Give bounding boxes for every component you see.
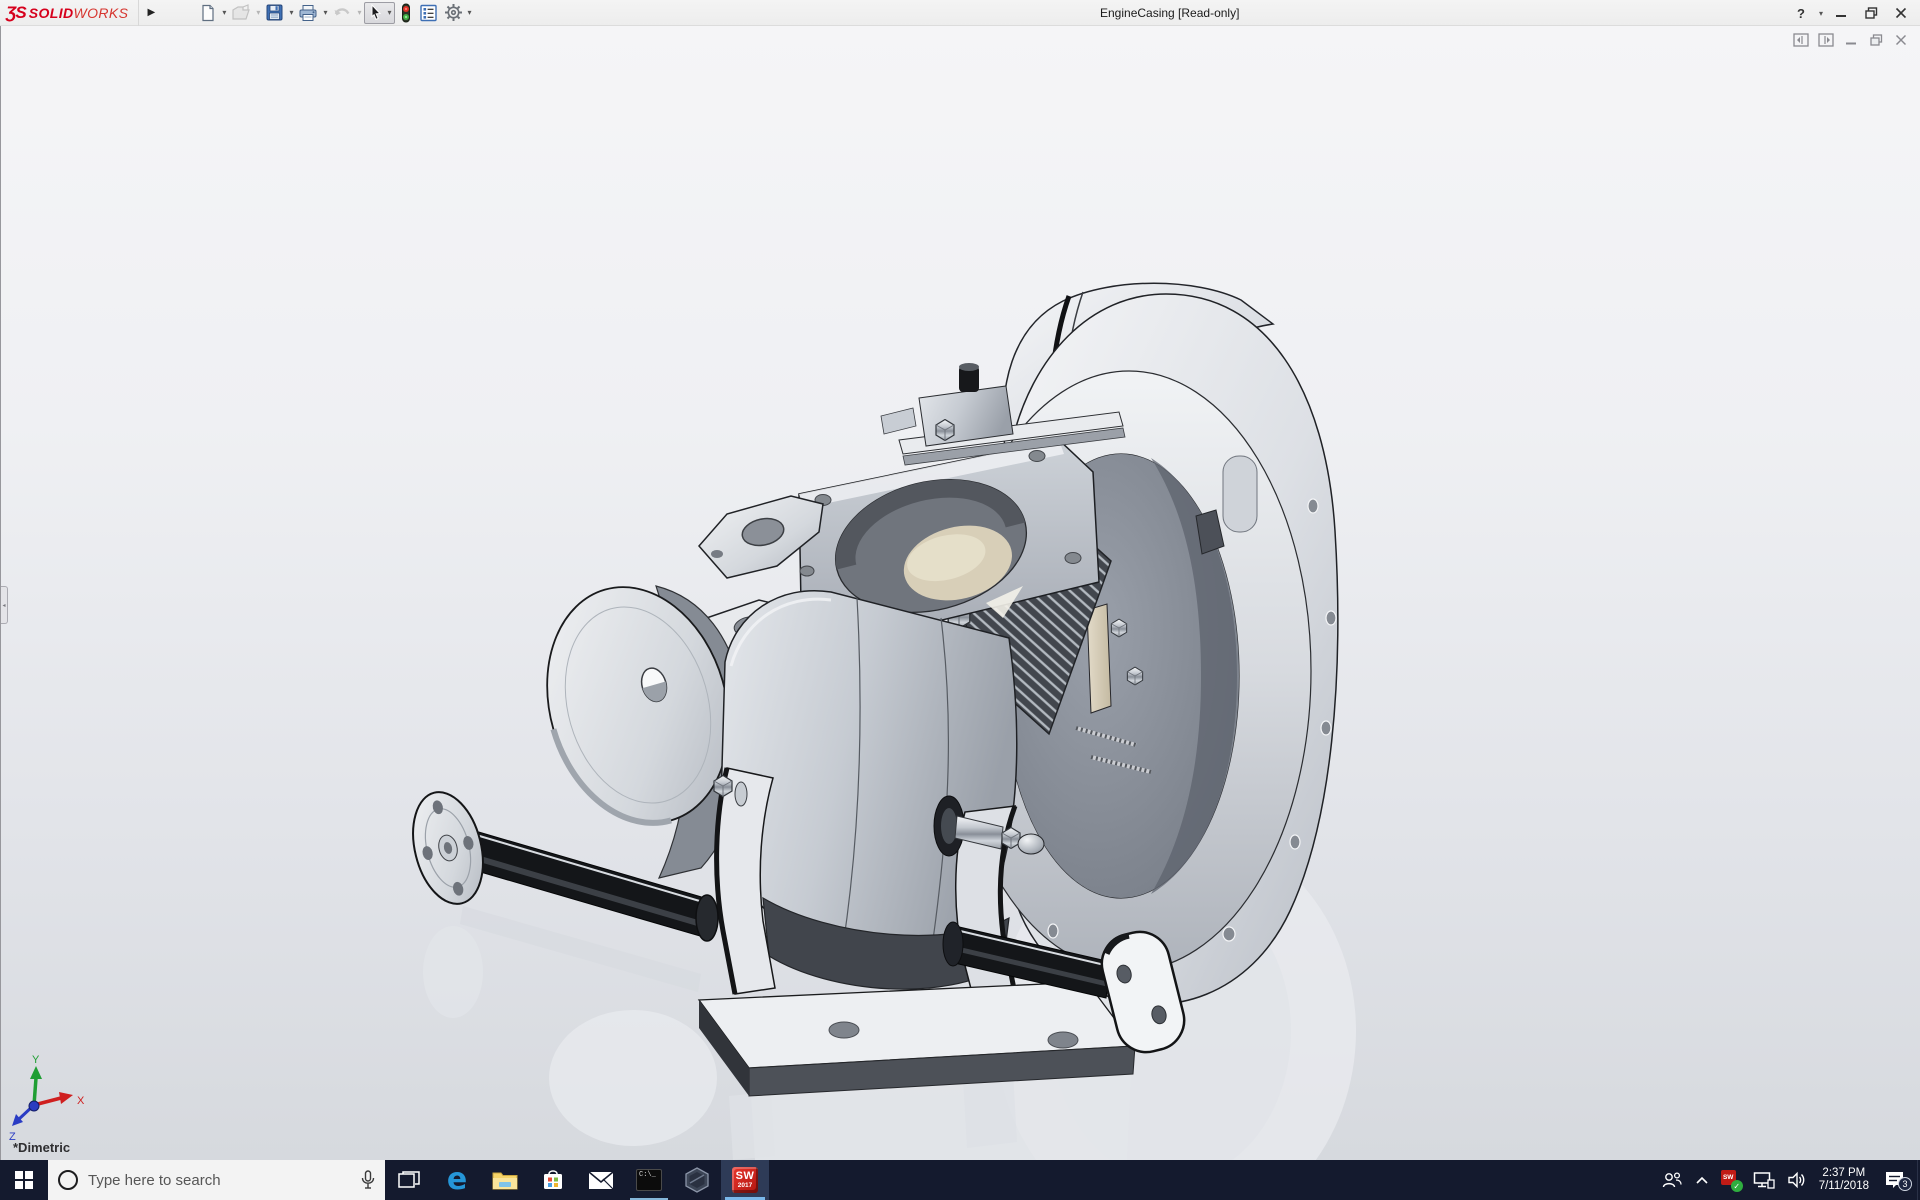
dome-nut (1018, 834, 1044, 854)
new-document-button[interactable] (197, 2, 219, 24)
tray-overflow-chevron[interactable] (1695, 1176, 1709, 1185)
new-dropdown-caret[interactable]: ▾ (222, 8, 226, 17)
save-icon (265, 3, 284, 22)
help-button[interactable]: ? (1788, 2, 1814, 24)
rebuild-button[interactable] (397, 2, 415, 24)
file-explorer-icon (492, 1169, 518, 1191)
task-view-button[interactable] (385, 1160, 433, 1200)
undo-button[interactable] (330, 2, 354, 24)
hexagon-app-button[interactable] (673, 1160, 721, 1200)
window-controls: ? ▾ (1788, 0, 1914, 26)
close-button[interactable] (1888, 2, 1914, 24)
command-prompt-icon: C:\_ (636, 1169, 662, 1191)
notification-badge: 3 (1898, 1177, 1912, 1191)
store-icon (541, 1168, 565, 1192)
select-tool-group: ▾ (364, 2, 394, 24)
microphone-icon[interactable] (361, 1170, 375, 1190)
restore-icon (1865, 7, 1878, 19)
options-button[interactable] (442, 2, 465, 24)
open-dropdown-caret[interactable]: ▾ (256, 8, 260, 17)
check-icon: ✓ (1731, 1180, 1743, 1192)
print-icon (298, 4, 318, 22)
quick-access-toolbar: ▾ ▾ ▾ (197, 2, 472, 24)
windows-taskbar: e (0, 1160, 1920, 1200)
edge-button[interactable]: e (433, 1160, 481, 1200)
minimize-icon (1835, 7, 1847, 19)
print-button[interactable] (296, 2, 320, 24)
solidworks-window: ƷS SOLID WORKS ▶ ▾ ▾ (0, 0, 1920, 1200)
save-button[interactable] (263, 2, 286, 24)
file-explorer-button[interactable] (481, 1160, 529, 1200)
graphics-viewport[interactable]: ◂ (0, 26, 1920, 1160)
select-dropdown-caret[interactable]: ▾ (387, 8, 391, 17)
edge-icon: e (447, 1167, 467, 1193)
options-dropdown-caret[interactable]: ▾ (468, 8, 472, 17)
store-button[interactable] (529, 1160, 577, 1200)
solidworks-app-icon: SW 2017 (732, 1167, 758, 1193)
action-center-button[interactable]: 3 (1881, 1167, 1907, 1193)
mail-button[interactable] (577, 1160, 625, 1200)
clock-date: 7/11/2018 (1819, 1180, 1869, 1193)
open-button[interactable] (229, 2, 253, 24)
solidworks-logo: ƷS SOLID WORKS (0, 0, 139, 26)
undo-icon (332, 5, 352, 21)
task-view-icon (398, 1171, 420, 1189)
solidworks-taskbar-button[interactable]: SW 2017 (721, 1160, 769, 1200)
network-icon[interactable] (1753, 1171, 1775, 1189)
start-button[interactable] (0, 1160, 48, 1200)
search-input[interactable] (88, 1172, 351, 1189)
undo-dropdown-caret[interactable]: ▾ (357, 8, 361, 17)
cortana-icon (58, 1170, 78, 1190)
restore-button[interactable] (1858, 2, 1884, 24)
orientation-triad: Y X Z (9, 1054, 85, 1143)
volume-icon[interactable] (1787, 1171, 1807, 1189)
people-button[interactable] (1661, 1171, 1683, 1189)
properties-list-icon (419, 4, 438, 22)
minimize-button[interactable] (1828, 2, 1854, 24)
brand-solid-text: SOLID (29, 5, 74, 21)
save-dropdown-caret[interactable]: ▾ (289, 8, 293, 17)
close-icon (1895, 7, 1907, 19)
print-dropdown-caret[interactable]: ▾ (323, 8, 327, 17)
taskbar-clock[interactable]: 2:37 PM 7/11/2018 (1819, 1167, 1869, 1193)
document-title: EngineCasing [Read-only] (1100, 6, 1239, 20)
windows-logo-icon (15, 1171, 33, 1189)
help-dropdown-caret[interactable]: ▾ (1819, 9, 1823, 18)
left-axle-flange (402, 785, 494, 912)
gear-icon (444, 3, 463, 22)
clock-time: 2:37 PM (1819, 1167, 1869, 1180)
traffic-light-icon (399, 3, 413, 23)
brand-works-text: WORKS (74, 5, 129, 21)
solidworks-tray-icon[interactable]: SW ✓ (1721, 1170, 1741, 1190)
hexagon-app-icon (684, 1167, 710, 1193)
taskbar-apps: e (385, 1160, 769, 1200)
3ds-logo-icon: ƷS (6, 3, 26, 23)
menu-flyout-arrow[interactable]: ▶ (143, 2, 159, 24)
evaluate-button[interactable] (417, 2, 440, 24)
view-orientation-label: *Dimetric (13, 1140, 70, 1155)
title-bar: ƷS SOLID WORKS ▶ ▾ ▾ (0, 0, 1920, 26)
system-tray: SW ✓ 2:37 PM 7/11/201 (1661, 1160, 1918, 1200)
open-icon (231, 4, 251, 22)
new-document-icon (199, 4, 217, 22)
select-tool-button[interactable] (366, 2, 386, 24)
engine-casing-model[interactable]: Y X Z (1, 26, 1920, 1160)
taskbar-search[interactable] (48, 1160, 385, 1200)
select-cursor-icon (368, 4, 384, 21)
command-prompt-button[interactable]: C:\_ (625, 1160, 673, 1200)
triad-x-label: X (77, 1095, 85, 1107)
triad-y-label: Y (32, 1054, 40, 1066)
mail-icon (588, 1171, 614, 1190)
